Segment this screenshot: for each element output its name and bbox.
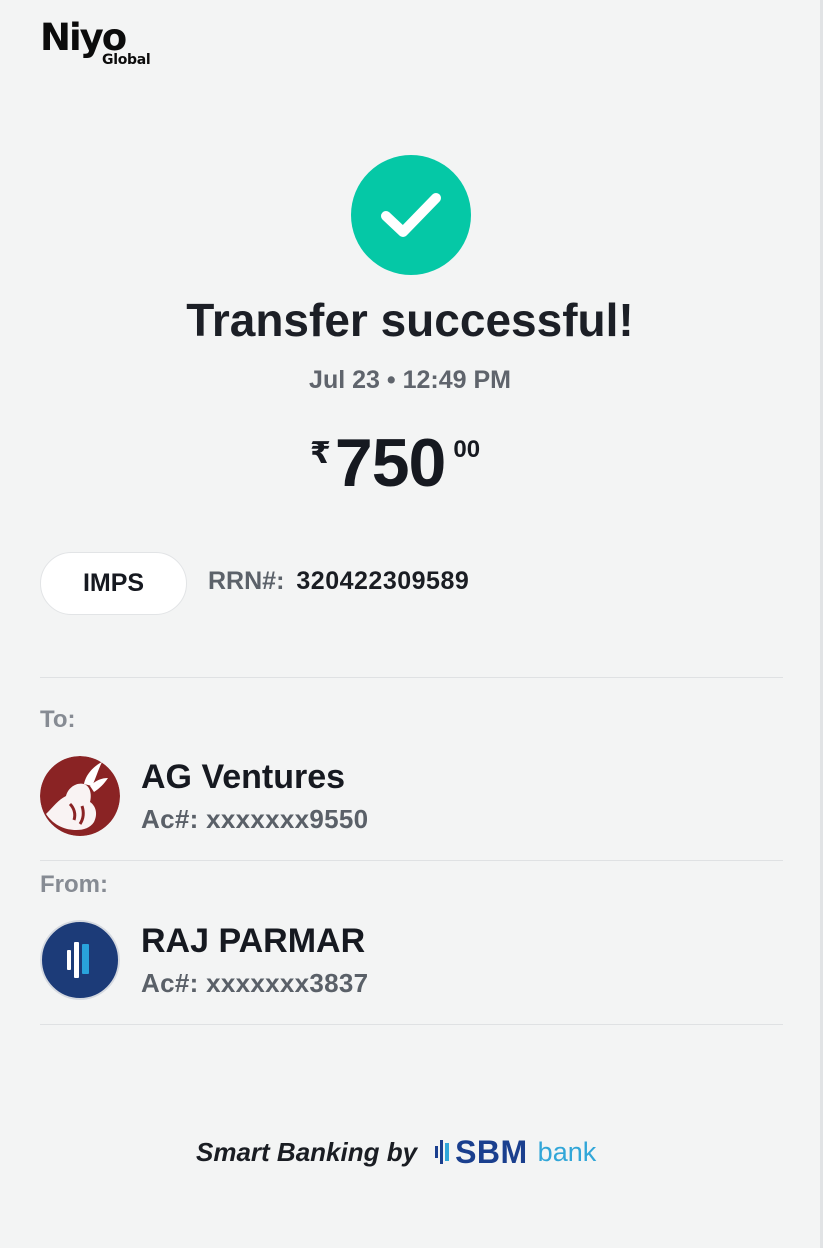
recipient-avatar [40,756,120,836]
bank-logo-icon [40,920,120,1000]
recipient-row: AG Ventures Ac#: xxxxxxx9550 [40,756,780,840]
success-check-icon [351,155,471,275]
amount-integer: 750 [334,425,446,501]
amount-display: ₹ 750 00 [310,428,480,508]
sender-account: Ac#: xxxxxxx3837 [141,968,369,998]
divider-middle [40,860,783,861]
sbm-bank-suffix: bank [537,1136,597,1167]
sender-avatar [40,920,120,1000]
divider-bottom [40,1024,783,1025]
niyo-global-logo: Niyo Global [40,18,170,74]
transfer-receipt-screen: Niyo Global Transfer successful! Jul 23 … [0,0,823,1248]
from-label: From: [40,871,108,898]
rrn-reference: RRN#: 320422309589 [208,567,469,596]
divider-top [40,677,783,678]
amount-decimal: 00 [453,436,481,463]
powered-by-footer: Smart Banking by SBM bank [196,1132,596,1172]
status-title: Transfer successful! [186,294,634,346]
transaction-datetime: Jul 23 • 12:49 PM [309,366,511,394]
rrn-label: RRN#: [208,567,285,595]
goat-logo-icon [40,756,120,836]
check-icon [381,193,441,237]
rrn-value: 320422309589 [296,567,470,595]
recipient-account: Ac#: xxxxxxx9550 [141,804,369,834]
transfer-mode-badge: IMPS [40,552,187,615]
logo-sub-text: Global [102,52,151,68]
sbm-brand: SBM [455,1133,528,1170]
footer-text: Smart Banking by [196,1136,418,1167]
sender-name: RAJ PARMAR [141,922,366,960]
sender-row: RAJ PARMAR Ac#: xxxxxxx3837 [40,920,780,1004]
to-label: To: [40,706,76,733]
recipient-name: AG Ventures [141,758,346,796]
currency-symbol: ₹ [310,437,331,470]
sbm-mark-icon [435,1140,450,1164]
